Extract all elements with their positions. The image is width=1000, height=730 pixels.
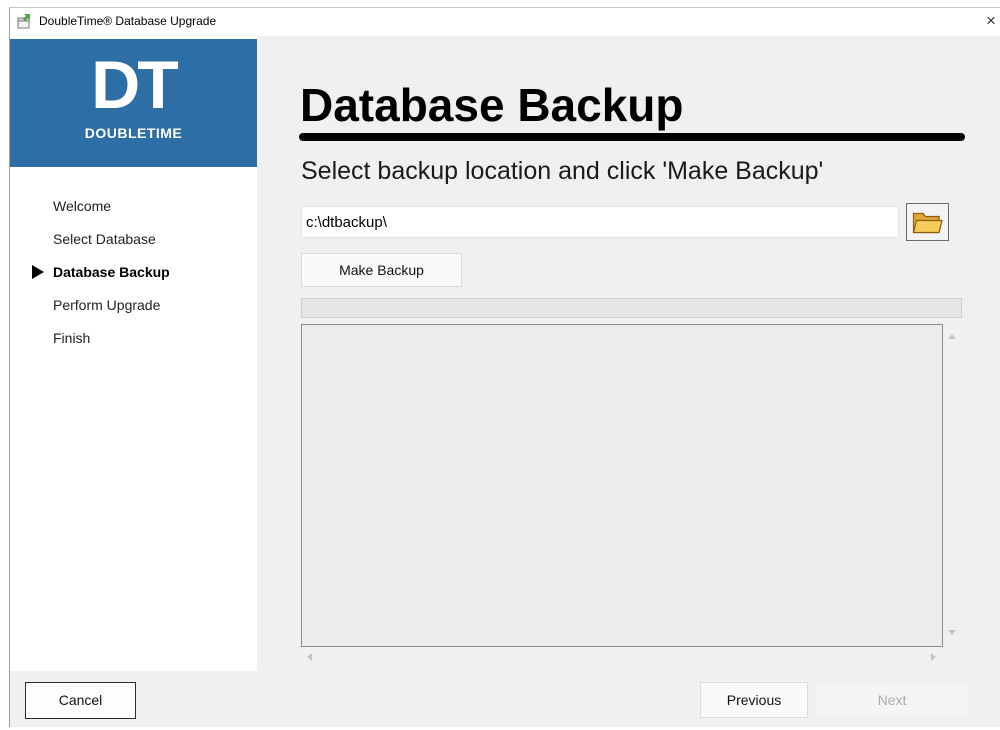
backup-log-textarea[interactable] <box>301 324 943 647</box>
window-title: DoubleTime® Database Upgrade <box>39 14 217 28</box>
vertical-scrollbar[interactable] <box>943 324 962 647</box>
scroll-right-arrow-icon[interactable] <box>931 653 936 661</box>
doubletime-logo: DT DOUBLETIME <box>10 39 257 167</box>
scroll-left-arrow-icon[interactable] <box>307 653 312 661</box>
horizontal-scrollbar[interactable] <box>301 647 943 666</box>
title-bar: DoubleTime® Database Upgrade × <box>10 8 1000 36</box>
close-button[interactable]: × <box>981 10 1000 32</box>
step-label: Finish <box>53 330 91 346</box>
previous-button[interactable]: Previous <box>700 682 808 718</box>
title-divider <box>299 133 965 141</box>
step-perform-upgrade: Perform Upgrade <box>10 295 257 328</box>
step-label: Database Backup <box>53 264 170 280</box>
page-subtitle: Select backup location and click 'Make B… <box>301 157 824 185</box>
wizard-steps: Welcome Select Database Database Backup … <box>10 196 257 361</box>
make-backup-button[interactable]: Make Backup <box>301 253 462 287</box>
step-label: Perform Upgrade <box>53 297 161 313</box>
step-database-backup: Database Backup <box>10 262 257 295</box>
sidebar: DT DOUBLETIME Welcome Select Database Da… <box>10 36 257 671</box>
folder-icon <box>912 212 943 234</box>
app-icon <box>17 14 30 29</box>
backup-progress-bar <box>301 298 962 318</box>
step-label: Welcome <box>53 198 112 214</box>
current-step-arrow-icon <box>32 265 44 279</box>
step-label: Select Database <box>53 231 156 247</box>
cancel-button[interactable]: Cancel <box>25 682 136 719</box>
step-welcome: Welcome <box>10 196 257 229</box>
upgrade-wizard-window: DoubleTime® Database Upgrade × DT DOUBLE… <box>9 7 1000 727</box>
step-finish: Finish <box>10 328 257 361</box>
scroll-up-arrow-icon[interactable] <box>948 334 956 339</box>
next-button[interactable]: Next <box>814 682 970 718</box>
page-title: Database Backup <box>300 79 684 131</box>
step-select-database: Select Database <box>10 229 257 262</box>
logo-name: DOUBLETIME <box>84 125 183 141</box>
browse-folder-button[interactable] <box>906 203 949 241</box>
logo-mark: DT <box>91 47 179 123</box>
backup-location-input[interactable] <box>301 206 899 238</box>
scroll-down-arrow-icon[interactable] <box>948 630 956 635</box>
